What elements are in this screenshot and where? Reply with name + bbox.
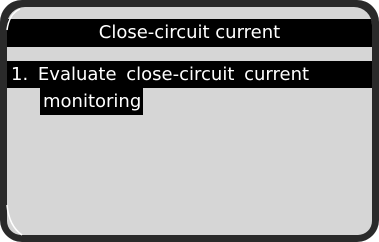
top-left-glare-icon	[6, 8, 21, 31]
bottom-left-glare-icon	[6, 204, 23, 236]
screen-glare-marks	[6, 8, 23, 236]
